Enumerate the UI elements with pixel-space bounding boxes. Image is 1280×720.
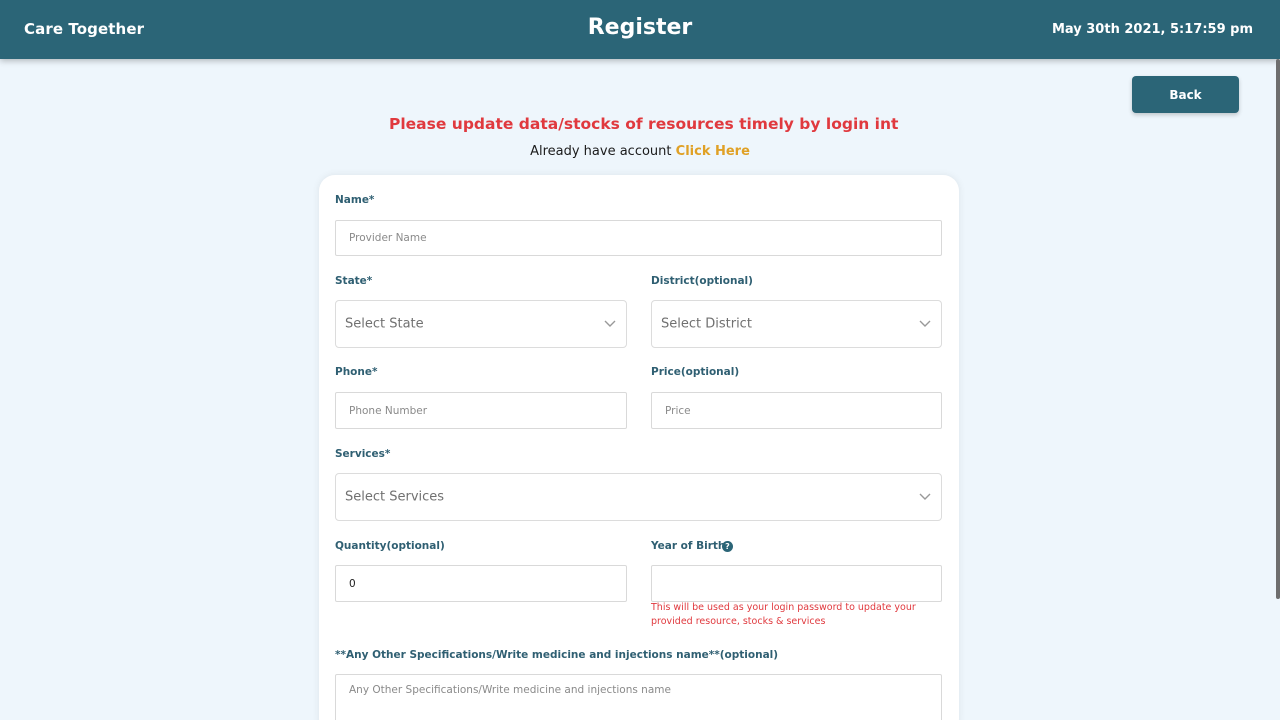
page-scrollbar[interactable] xyxy=(1276,59,1280,599)
phone-label: Phone* xyxy=(335,366,378,378)
district-select-value: Select District xyxy=(661,316,752,332)
name-label: Name* xyxy=(335,194,375,206)
question-circle-icon[interactable]: ? xyxy=(722,541,733,552)
district-select[interactable]: Select District xyxy=(651,300,942,348)
current-datetime: May 30th 2021, 5:17:59 pm xyxy=(1051,22,1253,37)
services-select-value: Select Services xyxy=(345,489,445,505)
price-label: Price(optional) xyxy=(651,366,740,378)
other-specs-label: **Any Other Specifications/Write medicin… xyxy=(335,649,779,661)
chevron-down-icon xyxy=(919,493,931,500)
login-link[interactable]: Click Here xyxy=(676,144,750,159)
back-button[interactable]: Back xyxy=(1132,76,1239,113)
state-label: State* xyxy=(335,275,373,287)
state-select-value: Select State xyxy=(345,316,424,332)
update-notice: Please update data/stocks of resources t… xyxy=(389,115,899,133)
password-hint: This will be used as your login password… xyxy=(651,602,916,627)
price-input[interactable] xyxy=(651,392,942,429)
services-select[interactable]: Select Services xyxy=(335,473,942,521)
chevron-down-icon xyxy=(919,320,931,327)
provider-name-input[interactable] xyxy=(335,220,942,256)
other-specs-textarea[interactable] xyxy=(335,674,942,720)
quantity-label: Quantity(optional) xyxy=(335,540,445,552)
chevron-down-icon xyxy=(604,320,616,327)
services-label: Services* xyxy=(335,448,391,460)
account-prompt: Already have account Click Here xyxy=(0,144,1280,159)
account-prompt-text: Already have account xyxy=(530,144,672,159)
register-form-card: Name* State* Select State District(optio… xyxy=(319,175,959,720)
quantity-input[interactable] xyxy=(335,565,627,602)
district-label: District(optional) xyxy=(651,275,753,287)
year-of-birth-label: Year of Birth* xyxy=(651,540,731,552)
top-navbar: Care Together Register May 30th 2021, 5:… xyxy=(0,0,1280,59)
state-select[interactable]: Select State xyxy=(335,300,627,348)
phone-input[interactable] xyxy=(335,392,627,429)
year-of-birth-input[interactable] xyxy=(651,565,942,602)
